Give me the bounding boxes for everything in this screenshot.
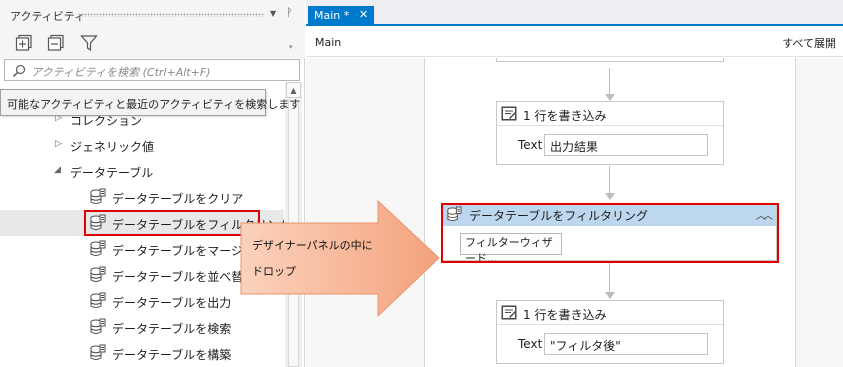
expand-all-icon[interactable]: [15, 34, 33, 52]
panel-dropdown-icon[interactable]: ▼: [270, 9, 276, 18]
highlight-box-target: [441, 203, 779, 263]
filter-icon[interactable]: [80, 34, 98, 52]
text-field-label: Text: [518, 138, 543, 152]
text-field-input[interactable]: "フィルタ後": [544, 333, 708, 355]
write-line-activity[interactable]: 1 行を書き込み Text 出力結果: [496, 101, 724, 165]
tree-item-label: データテーブルを並べ替え: [112, 270, 256, 284]
expand-caret-icon[interactable]: ▷: [55, 139, 62, 149]
write-line-icon: [501, 106, 517, 121]
tree-item-label: データテーブルを検索: [112, 322, 232, 336]
tab-label: Main *: [314, 9, 350, 22]
tree-item-build-datatable[interactable]: データテーブルを構築: [0, 340, 284, 366]
datatable-icon: [90, 318, 106, 334]
text-field-input[interactable]: 出力結果: [544, 134, 708, 156]
expand-all-link[interactable]: すべて展開: [782, 35, 836, 51]
write-line-icon: [501, 305, 517, 320]
datatable-icon: [90, 344, 106, 360]
panel-header: アクティビティ ▼ ᚹ: [0, 0, 305, 28]
toolbar-overflow-icon[interactable]: ▾: [289, 43, 293, 51]
breadcrumb[interactable]: Main: [315, 36, 341, 49]
tree-item-lookup-datatable[interactable]: データテーブルを検索: [0, 314, 284, 340]
tooltip-text: 可能なアクティビティと最近のアクティビティを検索します: [7, 98, 301, 111]
collapse-all-icon[interactable]: [47, 34, 65, 52]
datatable-icon: [90, 292, 106, 308]
collapse-caret-icon[interactable]: ◢: [54, 165, 61, 175]
tree-item-generic-value[interactable]: ▷ ジェネリック値: [0, 132, 284, 158]
callout-text: デザイナーパネルの中に: [252, 239, 373, 252]
tree-item-label: ジェネリック値: [70, 140, 155, 154]
datatable-icon: [90, 266, 106, 282]
flow-connector: [609, 166, 610, 195]
write-line-activity[interactable]: 1 行を書き込み Text "フィルタ後": [496, 300, 724, 364]
tree-item-label: データテーブルをクリア: [112, 192, 244, 206]
close-icon[interactable]: ✕: [359, 8, 368, 21]
tree-item-label: データテーブルを構築: [112, 348, 232, 362]
tab-main[interactable]: Main * ✕: [308, 6, 374, 26]
previous-activity[interactable]: [496, 58, 724, 62]
drag-arrow-callout: [240, 200, 440, 317]
document-tab-strip: Main * ✕: [306, 0, 843, 26]
tree-item-datatable[interactable]: ◢ データテーブル: [0, 158, 284, 184]
activity-header[interactable]: 1 行を書き込み: [497, 301, 723, 325]
datatable-icon: [90, 240, 106, 256]
search-placeholder: アクティビティを検索 (Ctrl+Alt+F): [31, 66, 211, 79]
search-tooltip: 可能なアクティビティと最近のアクティビティを検索します: [0, 89, 300, 116]
panel-drag-grip[interactable]: [78, 13, 264, 17]
pin-icon[interactable]: ᚹ: [286, 6, 293, 19]
flow-arrow-icon: [605, 193, 615, 200]
search-icon: [12, 64, 26, 78]
activity-search-input[interactable]: アクティビティを検索 (Ctrl+Alt+F): [4, 59, 300, 81]
text-field-value: "フィルタ後": [550, 339, 621, 353]
flow-arrow-icon: [605, 94, 615, 101]
activity-header[interactable]: 1 行を書き込み: [497, 102, 723, 126]
breadcrumb-bar: Main すべて展開: [306, 27, 843, 57]
flow-arrow-icon: [605, 292, 615, 299]
text-field-label: Text: [518, 337, 543, 351]
panel-title: アクティビティ: [10, 10, 86, 23]
tree-item-label: データテーブルをマージ: [112, 244, 244, 258]
tree-item-label: データテーブル: [70, 166, 154, 180]
highlight-box-source: [84, 210, 260, 236]
flow-connector: [609, 68, 610, 96]
panel-toolbar: ▾: [0, 28, 305, 58]
text-field-value: 出力結果: [550, 140, 599, 154]
callout-text: ドロップ: [252, 265, 296, 278]
activity-title: 1 行を書き込み: [523, 308, 607, 322]
activity-title: 1 行を書き込み: [523, 109, 607, 123]
datatable-icon: [90, 188, 106, 204]
flow-connector: [609, 263, 610, 294]
tree-item-label: データテーブルを出力: [112, 296, 232, 310]
